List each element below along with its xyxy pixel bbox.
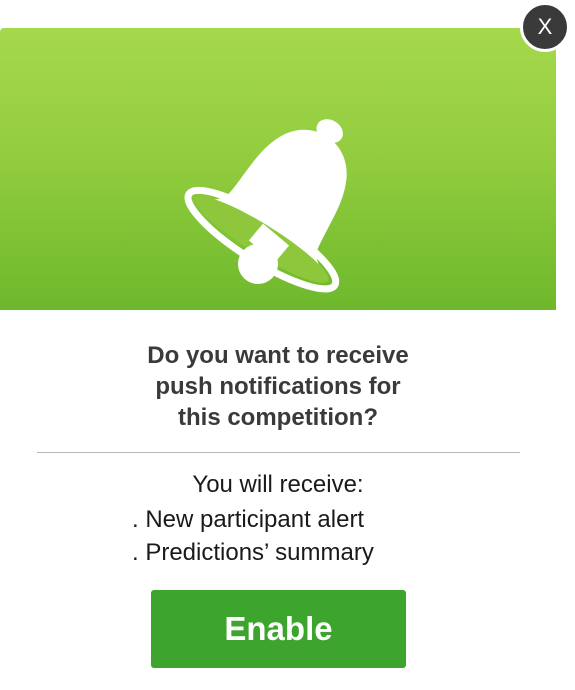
question-line: push notifications for xyxy=(155,373,401,400)
question-line: Do you want to receive xyxy=(147,342,409,369)
list-item: . New participant alert xyxy=(132,506,365,533)
close-label: X xyxy=(537,14,553,39)
receive-heading: You will receive: xyxy=(192,471,364,498)
divider xyxy=(37,452,520,453)
push-notification-dialog: X Do you want to receive push notificati… xyxy=(0,0,575,690)
dialog-question: Do you want to receive push notification… xyxy=(0,340,556,433)
enable-button[interactable]: Enable xyxy=(151,590,406,668)
hero-banner xyxy=(0,28,556,310)
close-button[interactable]: X xyxy=(520,2,570,52)
receive-list: . New participant alert . Predictions’ s… xyxy=(132,503,374,569)
question-line: this competition? xyxy=(178,404,378,431)
enable-label: Enable xyxy=(224,610,333,647)
list-item: . Predictions’ summary xyxy=(132,539,374,566)
bell-icon xyxy=(172,98,387,303)
